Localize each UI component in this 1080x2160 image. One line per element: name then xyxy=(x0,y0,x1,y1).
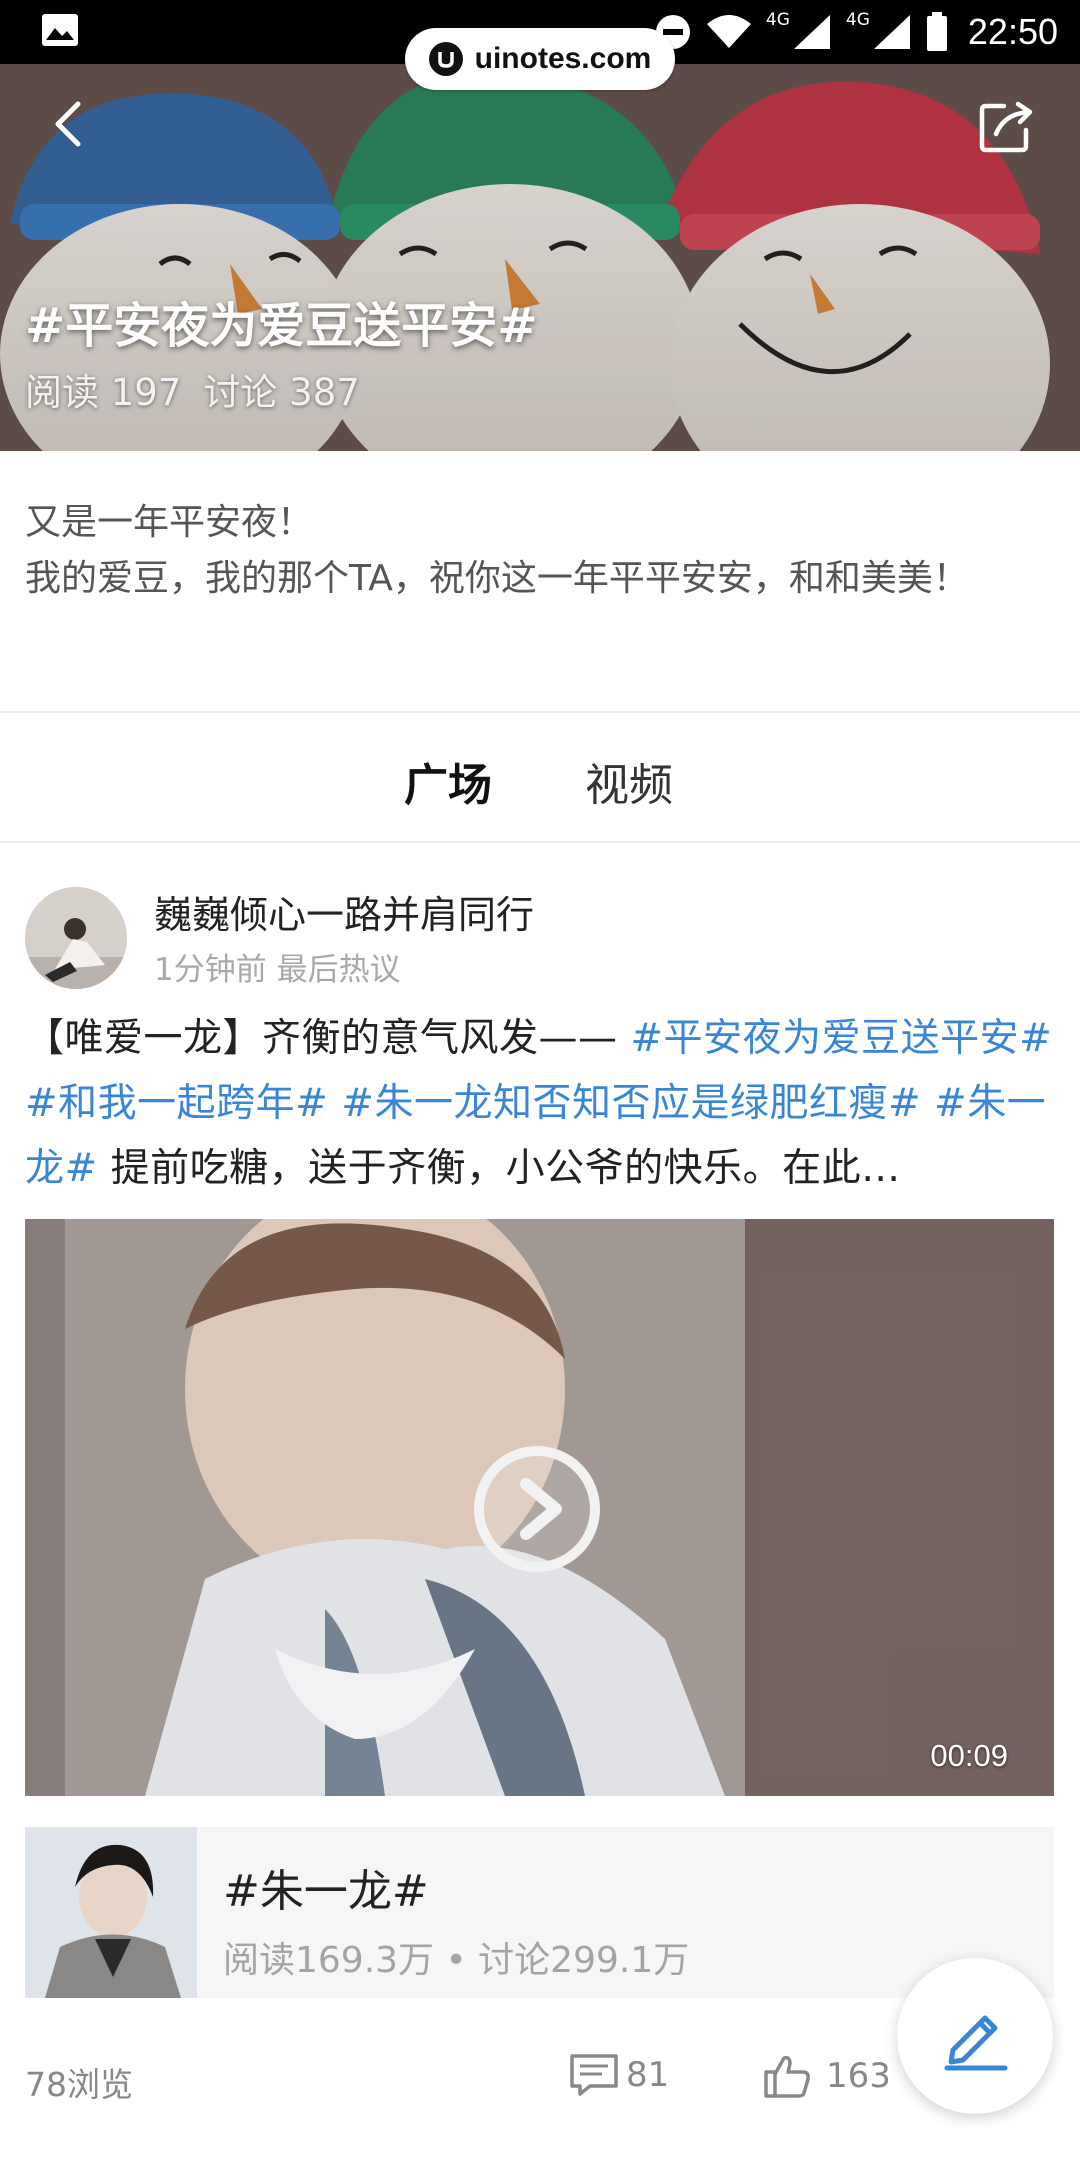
topic-description: 又是一年平安夜！ 我的爱豆，我的那个TA，祝你这一年平平安安，和和美美！ xyxy=(25,495,1045,607)
hashtag-link[interactable]: #和我一起跨年# xyxy=(25,1081,328,1126)
topic-stats: 阅读 197 讨论 387 xyxy=(25,362,360,416)
read-count: 阅读 197 xyxy=(25,371,182,414)
back-icon[interactable] xyxy=(40,94,100,154)
topic-card[interactable]: #朱一龙# 阅读169.3万 • 讨论299.1万 xyxy=(25,1827,1054,1998)
battery-icon xyxy=(926,12,947,51)
author-name[interactable]: 巍巍倾心一路并肩同行 xyxy=(154,884,534,939)
network-label-1: 4G xyxy=(765,10,790,30)
video-player[interactable]: 00:09 xyxy=(25,1219,1054,1796)
comment-icon xyxy=(570,2054,618,2096)
gallery-icon xyxy=(42,14,78,46)
video-duration: 00:09 xyxy=(930,1738,1008,1773)
description-line: 我的爱豆，我的那个TA，祝你这一年平平安安，和和美美！ xyxy=(25,558,969,599)
divider xyxy=(0,841,1080,843)
edit-icon xyxy=(944,2015,1008,2071)
share-icon[interactable] xyxy=(974,94,1038,158)
watermark-text: uinotes.com xyxy=(474,42,652,75)
topic-banner: #平安夜为爱豆送平安# 阅读 197 讨论 387 xyxy=(0,64,1080,451)
comment-count: 81 xyxy=(626,2055,670,2095)
tab-bar: 广场 视频 xyxy=(0,713,1080,841)
like-icon xyxy=(764,2055,810,2098)
topic-card-stats: 阅读169.3万 • 讨论299.1万 xyxy=(223,1940,690,1981)
signal-icon xyxy=(873,15,910,49)
wifi-icon xyxy=(706,15,751,48)
post-text-prefix: 【唯爱一龙】齐衡的意气风发—— xyxy=(25,1016,631,1061)
description-line: 又是一年平安夜！ xyxy=(25,502,314,543)
like-button[interactable]: 163 xyxy=(762,2052,891,2100)
signal-icon xyxy=(793,15,830,49)
post-content: 【唯爱一龙】齐衡的意气风发—— #平安夜为爱豆送平安# #和我一起跨年# #朱一… xyxy=(25,1006,1065,1201)
topic-card-title: #朱一龙# xyxy=(223,1866,429,1917)
watermark-logo-icon xyxy=(428,42,463,76)
view-count: 78浏览 xyxy=(25,2065,133,2104)
network-label-2: 4G xyxy=(845,10,870,30)
compose-button[interactable] xyxy=(897,1958,1053,2114)
discuss-count: 讨论 387 xyxy=(203,371,360,414)
topic-title: #平安夜为爱豆送平安# xyxy=(25,298,538,354)
tab-video[interactable]: 视频 xyxy=(585,749,673,813)
hashtag-link[interactable]: #平安夜为爱豆送平安# xyxy=(630,1016,1052,1061)
play-icon[interactable] xyxy=(472,1444,602,1574)
status-indicators: 4G 4G 22:50 xyxy=(654,0,1058,64)
topic-card-thumbnail xyxy=(25,1827,197,1998)
tab-square[interactable]: 广场 xyxy=(404,749,492,813)
status-time: 22:50 xyxy=(967,11,1058,52)
watermark-badge: uinotes.com xyxy=(405,28,675,90)
like-count: 163 xyxy=(826,2056,891,2096)
comment-button[interactable]: 81 xyxy=(568,2052,669,2098)
hashtag-link[interactable]: #朱一龙知否知否应是绿肥红瘦# xyxy=(341,1081,921,1126)
post-text-suffix: 提前吃糖，送于齐衡，小公爷的快乐。在此… xyxy=(97,1146,901,1191)
author-avatar[interactable] xyxy=(25,887,127,989)
post-meta: 1分钟前 最后热议 xyxy=(154,952,401,988)
